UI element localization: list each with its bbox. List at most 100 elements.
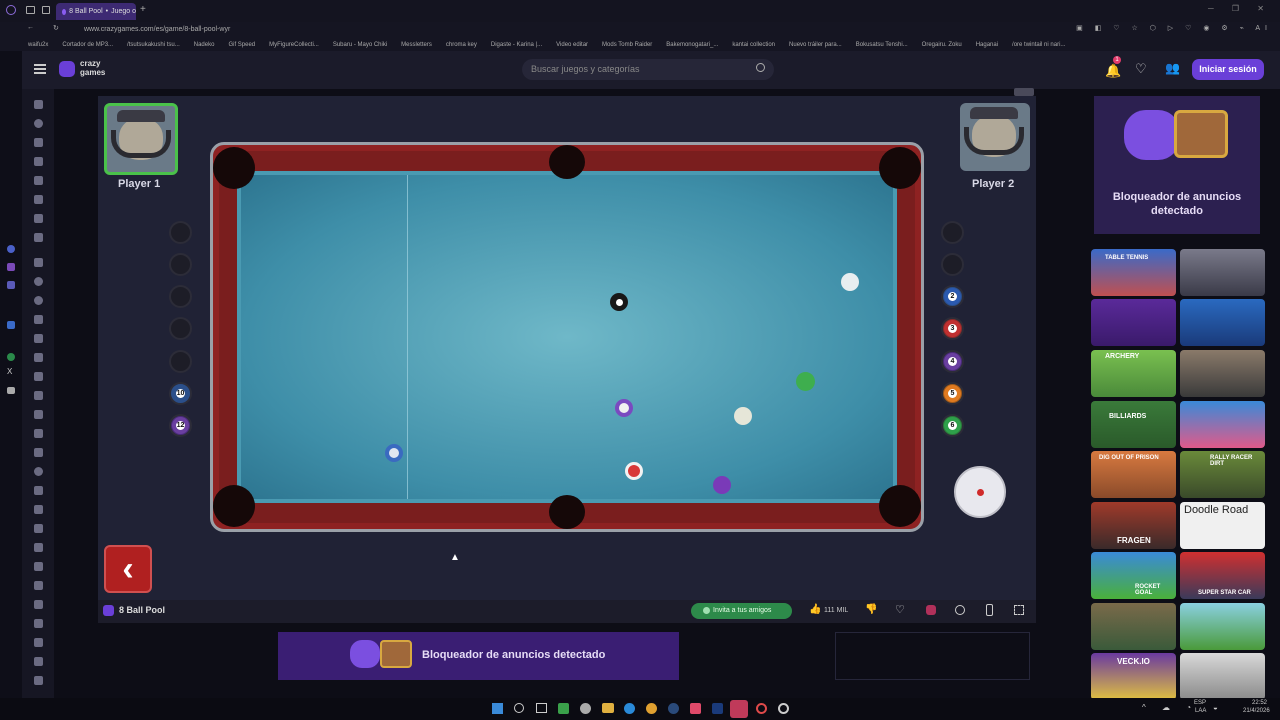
- game-thumbnail[interactable]: [1091, 299, 1176, 346]
- bookmark[interactable]: waifu2x: [28, 42, 48, 48]
- tab-list-icon[interactable]: [42, 6, 50, 14]
- bookmark[interactable]: Gif Speed: [228, 42, 255, 48]
- language-indicator[interactable]: ESP: [1194, 700, 1206, 706]
- casual-icon[interactable]: [34, 391, 43, 400]
- bookmark[interactable]: Nadeko: [194, 42, 215, 48]
- adventure-icon[interactable]: [34, 277, 43, 286]
- game-thumbnail[interactable]: [1180, 401, 1265, 448]
- basketball-icon[interactable]: [34, 296, 43, 305]
- bookmark[interactable]: Video editar: [556, 42, 588, 48]
- app-icon[interactable]: [778, 703, 789, 714]
- login-button[interactable]: Iniciar sesión: [1192, 59, 1264, 80]
- home-icon[interactable]: [34, 100, 43, 109]
- spin-control[interactable]: [954, 466, 1006, 518]
- opera-icon[interactable]: [756, 703, 767, 714]
- table-felt[interactable]: [237, 171, 897, 503]
- horror-icon[interactable]: [34, 524, 43, 533]
- game-thumbnail[interactable]: [1180, 299, 1265, 346]
- hamburger-icon[interactable]: [34, 64, 46, 74]
- beauty-icon[interactable]: [34, 315, 43, 324]
- bookmark[interactable]: Mods Tomb Raider: [602, 42, 652, 48]
- edge-icon[interactable]: [624, 703, 635, 714]
- workspaces-icon[interactable]: [26, 6, 35, 14]
- io-icon[interactable]: [34, 543, 43, 552]
- back-button[interactable]: ‹: [104, 545, 152, 593]
- bike-icon[interactable]: [34, 334, 43, 343]
- clicker-icon[interactable]: [34, 410, 43, 419]
- new-icon[interactable]: [34, 138, 43, 147]
- bookmark[interactable]: Oregairu. Zoku: [922, 42, 962, 48]
- bell-icon[interactable]: 🔔: [1105, 63, 1121, 79]
- cue-ball[interactable]: [841, 273, 859, 291]
- game-thumbnail[interactable]: [1180, 653, 1265, 700]
- bookmark[interactable]: Subaru - Mayo Chiki: [333, 42, 387, 48]
- reload-icon[interactable]: ↻: [53, 24, 59, 32]
- steam-icon[interactable]: [668, 703, 679, 714]
- game-thumbnail[interactable]: FRAGEN: [1091, 502, 1176, 549]
- url-field[interactable]: www.crazygames.com/es/game/8-ball-pool-w…: [84, 26, 230, 33]
- pool-icon[interactable]: [34, 600, 43, 609]
- escape-icon[interactable]: [34, 486, 43, 495]
- recent-icon[interactable]: [34, 119, 43, 128]
- panel-icon[interactable]: [7, 281, 15, 289]
- trending-icon[interactable]: [34, 157, 43, 166]
- search-icon[interactable]: [756, 63, 765, 72]
- card-icon[interactable]: [34, 372, 43, 381]
- bookmark[interactable]: /ore twintail ni nari...: [1012, 42, 1065, 48]
- fullscreen-icon[interactable]: [1014, 605, 1024, 615]
- dislike-icon[interactable]: 👎: [865, 604, 877, 615]
- originals-icon[interactable]: [34, 195, 43, 204]
- game-thumbnail[interactable]: ARCHERY: [1091, 350, 1176, 397]
- ad-corner-icon[interactable]: [1014, 88, 1034, 96]
- game-thumbnail[interactable]: RALLY RACER DIRT: [1180, 451, 1265, 498]
- game-thumbnail[interactable]: SUPER STAR CAR: [1180, 552, 1265, 599]
- bookmark[interactable]: Digaste - Karina |...: [491, 42, 542, 48]
- crazygames-logo-icon[interactable]: [59, 61, 75, 77]
- driving-icon[interactable]: [34, 467, 43, 476]
- bookmark[interactable]: Nuevo tráiler para...: [789, 42, 842, 48]
- game-thumbnail[interactable]: TABLE TENNIS: [1091, 249, 1176, 296]
- clock-date[interactable]: 21/4/2026: [1243, 708, 1270, 714]
- car-icon[interactable]: [34, 353, 43, 362]
- start-icon[interactable]: [492, 703, 503, 714]
- game-thumbnail[interactable]: BILLIARDS: [1091, 401, 1176, 448]
- invite-friends-button[interactable]: Invita a tus amigos: [691, 603, 792, 619]
- bookmark[interactable]: kantai collection: [732, 42, 775, 48]
- favorite-icon[interactable]: ♡: [895, 603, 905, 616]
- app-icon[interactable]: [580, 703, 591, 714]
- music-icon[interactable]: [690, 703, 701, 714]
- bookmark[interactable]: MyFigureCollecti...: [269, 42, 319, 48]
- new-tab-button[interactable]: +: [140, 4, 146, 15]
- window-controls[interactable]: ─ ❐ ✕: [1208, 4, 1272, 13]
- bookmark[interactable]: /tsutsukakushi tsu...: [127, 42, 180, 48]
- bookmark[interactable]: Messletters: [401, 42, 432, 48]
- photoshop-icon[interactable]: [712, 703, 723, 714]
- game-thumbnail[interactable]: ROCKET GOAL: [1091, 552, 1176, 599]
- panel-icon[interactable]: [7, 245, 15, 253]
- game-thumbnail[interactable]: DIG OUT OF PRISON: [1091, 451, 1176, 498]
- multiplayer-icon[interactable]: [34, 214, 43, 223]
- controller-icon[interactable]: [34, 429, 43, 438]
- logo-text-bottom[interactable]: games: [80, 68, 105, 77]
- bookmark[interactable]: Bakemonogatari_...: [666, 42, 718, 48]
- game-thumbnail[interactable]: [1180, 350, 1265, 397]
- puzzle-icon[interactable]: [34, 619, 43, 628]
- folder-icon[interactable]: [602, 703, 614, 713]
- chrome-icon[interactable]: [646, 703, 657, 714]
- active-app-icon[interactable]: [730, 700, 748, 718]
- bookmark[interactable]: Bokusatsu Tenshi...: [856, 42, 908, 48]
- share-icon[interactable]: [955, 605, 965, 615]
- action-icon[interactable]: [34, 258, 43, 267]
- game-thumbnail[interactable]: [1180, 249, 1265, 296]
- game-thumbnail[interactable]: [1091, 603, 1176, 650]
- back-icon[interactable]: ←: [27, 24, 34, 31]
- sports-icon[interactable]: [34, 676, 43, 685]
- task-view-icon[interactable]: [536, 703, 547, 713]
- report-icon[interactable]: [926, 605, 936, 615]
- friends-icon[interactable]: 👥: [1165, 61, 1180, 75]
- minecraft-icon[interactable]: [34, 581, 43, 590]
- language-indicator-sub[interactable]: LAA: [1195, 708, 1206, 714]
- mobile-icon[interactable]: [986, 604, 993, 616]
- game-thumbnail[interactable]: [1180, 603, 1265, 650]
- toolbar-icons[interactable]: ▣ ◧ ♡ ☆ ⬡ ▷ ♡ ◉ ⚙ ⌁ AI: [1076, 24, 1272, 32]
